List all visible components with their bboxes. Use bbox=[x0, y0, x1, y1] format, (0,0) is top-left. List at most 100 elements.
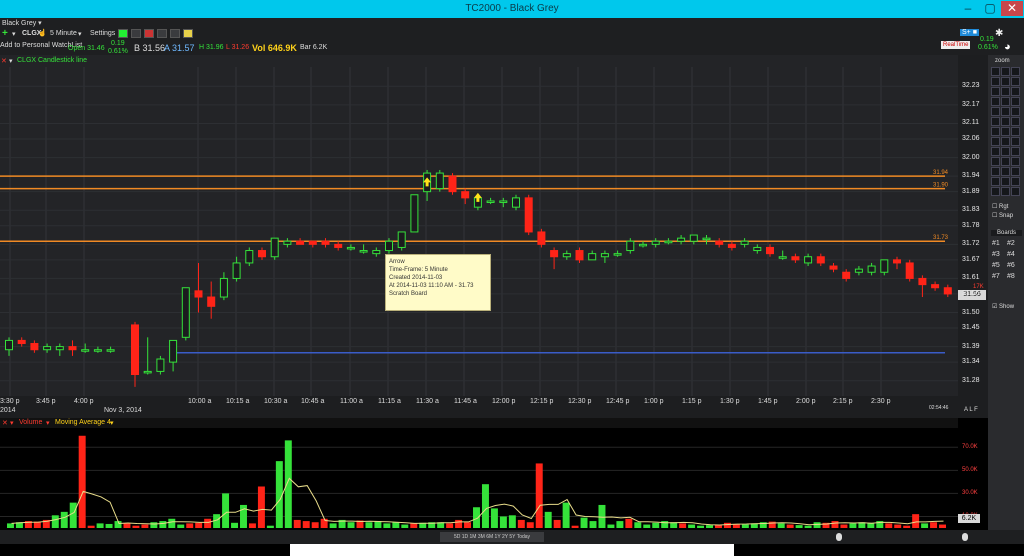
volume-dropdown-icon[interactable]: ▾ bbox=[10, 419, 14, 427]
drawing-tool-icon[interactable] bbox=[991, 187, 1000, 196]
drawing-tool-icon[interactable] bbox=[991, 117, 1000, 126]
drawing-tool-icon[interactable] bbox=[991, 157, 1000, 166]
maximize-button[interactable]: ▢ bbox=[979, 1, 1001, 16]
study-close-icon[interactable]: ✕ bbox=[1, 57, 7, 65]
board-button[interactable]: #5 bbox=[992, 262, 1000, 269]
drawing-tool-icon[interactable] bbox=[1011, 77, 1020, 86]
drawing-tool-icon[interactable] bbox=[1011, 157, 1020, 166]
price-tick: 32.17 bbox=[962, 100, 980, 108]
board-button[interactable]: #1 bbox=[992, 240, 1000, 247]
drawing-tool-icon[interactable] bbox=[1001, 177, 1010, 186]
grid-icon[interactable] bbox=[131, 29, 141, 38]
drawing-tool-icon[interactable] bbox=[1011, 67, 1020, 76]
board-button[interactable]: #2 bbox=[1007, 240, 1015, 247]
drawing-tool-icon[interactable] bbox=[991, 67, 1000, 76]
volume-chart[interactable] bbox=[0, 428, 958, 530]
drawing-tool-icon[interactable] bbox=[991, 87, 1000, 96]
drawing-tool-icon[interactable] bbox=[1001, 157, 1010, 166]
drawing-tool-icon[interactable] bbox=[1001, 97, 1010, 106]
drawing-tool-icon[interactable] bbox=[991, 137, 1000, 146]
drawing-tool-icon[interactable] bbox=[991, 167, 1000, 176]
minimize-button[interactable]: – bbox=[957, 1, 979, 16]
ma-dropdown-icon[interactable]: ▾ bbox=[46, 419, 50, 427]
drawing-tool-icon[interactable] bbox=[1001, 167, 1010, 176]
candle-body bbox=[499, 200, 508, 203]
board-button[interactable]: #6 bbox=[1007, 262, 1015, 269]
color-wheel-icon[interactable]: ✱ bbox=[995, 28, 1003, 39]
drawing-tool-icon[interactable] bbox=[1001, 77, 1010, 86]
candle-body bbox=[372, 250, 381, 255]
drawing-tool-icon[interactable] bbox=[1011, 147, 1020, 156]
time-tick: 2:15 p bbox=[833, 398, 853, 405]
drawing-tool-icon[interactable] bbox=[1011, 107, 1020, 116]
drawing-tool-icon[interactable] bbox=[991, 127, 1000, 136]
study-dropdown-icon[interactable]: ▾ bbox=[9, 57, 13, 65]
board-button[interactable]: #3 bbox=[992, 251, 1000, 258]
drawing-tool-icon[interactable] bbox=[1011, 97, 1020, 106]
volume-bar bbox=[607, 524, 615, 528]
drawing-tool-icon[interactable] bbox=[1001, 137, 1010, 146]
symbol-dropdown-icon[interactable]: ▾ bbox=[12, 30, 16, 38]
bottom-scrollbar[interactable]: 5D 1D 1M 3M 6M 1Y 2Y 5Y Today bbox=[0, 530, 1024, 544]
zoom-label[interactable]: zoom bbox=[995, 58, 1010, 64]
drawing-tool-icon[interactable] bbox=[991, 147, 1000, 156]
drawing-tool-icon[interactable] bbox=[991, 77, 1000, 86]
sync-badge[interactable]: S+ ■ bbox=[960, 29, 979, 36]
drawing-tool-icon[interactable] bbox=[1011, 127, 1020, 136]
price-chart[interactable]: 31.94 31.90 31.73 bbox=[0, 67, 958, 396]
drawing-tool-icon[interactable] bbox=[1011, 187, 1020, 196]
candle-body bbox=[918, 277, 927, 286]
palette-icon[interactable]: ◕ bbox=[1004, 41, 1011, 53]
board-button[interactable]: #4 bbox=[1007, 251, 1015, 258]
drawing-tool-icon[interactable] bbox=[1001, 187, 1010, 196]
volume-bar bbox=[804, 525, 812, 528]
drawing-tool-icon[interactable] bbox=[1001, 87, 1010, 96]
drawing-tool-icon[interactable] bbox=[991, 97, 1000, 106]
snap-toggle[interactable]: ☐ Snap bbox=[992, 212, 1013, 219]
drawing-tool-icon[interactable] bbox=[1011, 177, 1020, 186]
volume-bar bbox=[132, 525, 140, 528]
volume-close-icon[interactable]: ✕ bbox=[2, 419, 8, 427]
drawing-tool-icon[interactable] bbox=[1001, 147, 1010, 156]
drawing-tool-icon[interactable] bbox=[1011, 117, 1020, 126]
time-tick: 12:00 p bbox=[492, 398, 516, 405]
clock-icon[interactable] bbox=[157, 29, 167, 38]
drawing-tool-icon[interactable] bbox=[1011, 137, 1020, 146]
drawing-tool-icon[interactable] bbox=[1001, 117, 1010, 126]
scroll-handle-left[interactable] bbox=[836, 533, 842, 541]
volume-bar bbox=[589, 521, 597, 528]
moving-average-label[interactable]: Moving Average 4 bbox=[55, 419, 111, 426]
show-toggle[interactable]: ☑ Show bbox=[992, 303, 1014, 310]
drawing-tool-icon[interactable] bbox=[1001, 127, 1010, 136]
drawing-tool-icon[interactable] bbox=[991, 107, 1000, 116]
time-tick: 12:15 p bbox=[530, 398, 554, 405]
board-button[interactable]: #7 bbox=[992, 273, 1000, 280]
board-button[interactable]: #8 bbox=[1007, 273, 1015, 280]
period-buttons[interactable]: 5D 1D 1M 3M 6M 1Y 2Y 5Y Today bbox=[440, 532, 544, 542]
chart-type-icon[interactable] bbox=[118, 29, 128, 38]
drawing-tool-icon[interactable] bbox=[1001, 107, 1010, 116]
link-icon[interactable] bbox=[170, 29, 180, 38]
add-icon[interactable]: + bbox=[2, 28, 8, 40]
study-label[interactable]: CLGX Candlestick line bbox=[17, 57, 87, 64]
timeframe-dropdown[interactable]: 5 Minute bbox=[50, 30, 77, 37]
drawing-tool-icon[interactable] bbox=[991, 177, 1000, 186]
timeframe-chevron-icon[interactable]: ▾ bbox=[78, 30, 82, 38]
note-icon[interactable] bbox=[183, 29, 193, 38]
volume-label[interactable]: Volume bbox=[19, 419, 42, 426]
ma-chevron-icon[interactable]: ▾ bbox=[110, 419, 114, 427]
candle-body bbox=[677, 237, 686, 242]
scroll-handle-right[interactable] bbox=[962, 533, 968, 541]
drawing-tool-icon[interactable] bbox=[1011, 167, 1020, 176]
time-label: 02:54:46 bbox=[929, 405, 949, 411]
axis-letters[interactable]: A L F bbox=[964, 407, 978, 413]
hand-icon[interactable]: ☝ bbox=[38, 29, 47, 37]
settings-button[interactable]: Settings bbox=[90, 30, 115, 37]
layout-menu[interactable]: Black Grey ▾ bbox=[2, 19, 42, 27]
close-button[interactable]: ✕ bbox=[1001, 1, 1023, 16]
realtime-badge[interactable]: RealTime bbox=[941, 41, 971, 49]
drawing-tool-icon[interactable] bbox=[1001, 67, 1010, 76]
right-toggle[interactable]: ☐ Rgt bbox=[992, 203, 1008, 210]
drawing-tool-icon[interactable] bbox=[1011, 87, 1020, 96]
calendar-icon[interactable] bbox=[144, 29, 154, 38]
